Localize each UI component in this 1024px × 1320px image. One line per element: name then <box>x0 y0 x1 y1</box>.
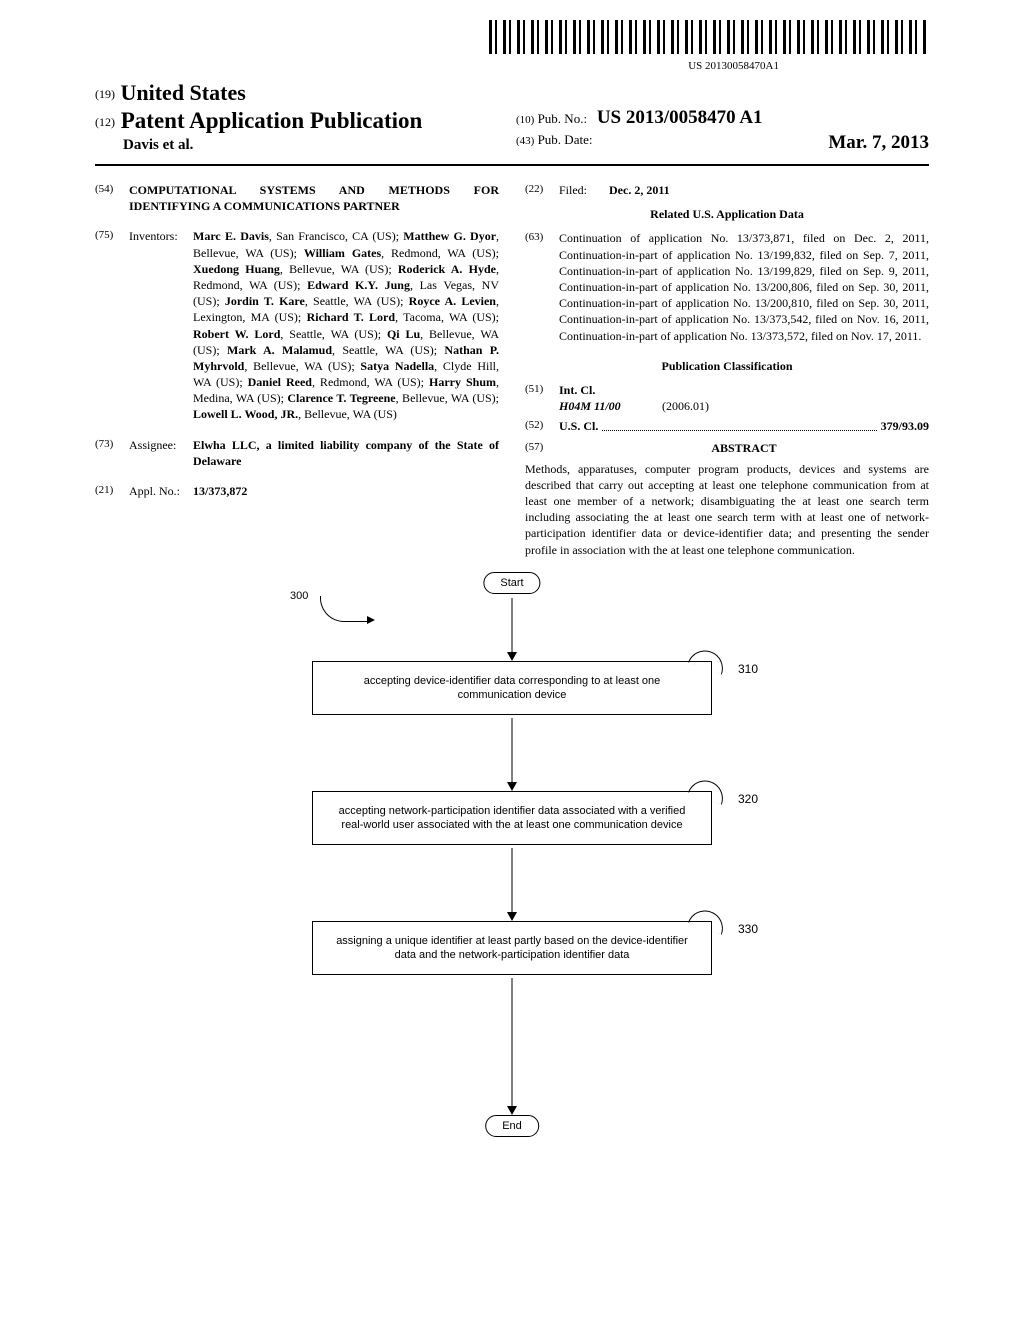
filed-section: (22) Filed: Dec. 2, 2011 <box>525 182 929 198</box>
title-section: (54) COMPUTATIONAL SYSTEMS AND METHODS F… <box>95 182 499 214</box>
uscl-section: (52) U.S. Cl. 379/93.09 <box>525 418 929 434</box>
pubno-value: US 2013/0058470 A1 <box>597 107 763 128</box>
flowchart: 300 Start accepting device-identifier da… <box>95 572 929 1192</box>
flowchart-start: Start <box>483 572 540 594</box>
filed-value: Dec. 2, 2011 <box>609 182 670 198</box>
pubno-label: Pub. No.: <box>538 111 587 126</box>
flowchart-arrow-1 <box>507 652 517 661</box>
flowchart-line-3 <box>512 848 513 914</box>
flowchart-step-1: accepting device-identifier data corresp… <box>312 661 712 716</box>
flowchart-300-arrow <box>320 596 370 622</box>
uscl-dots <box>602 418 876 431</box>
pubdate-value: Mar. 7, 2013 <box>828 132 929 154</box>
pubdate-num: (43) <box>516 135 534 147</box>
pubdate-label: Pub. Date: <box>538 132 593 147</box>
flowchart-arrow-2 <box>507 782 517 791</box>
flowchart-step-3: assigning a unique identifier at least p… <box>312 921 712 976</box>
continuation-text: Continuation of application No. 13/373,8… <box>559 230 929 343</box>
pub-type: Patent Application Publication <box>121 108 423 133</box>
inventors-section: (75) Inventors: Marc E. Davis, San Franc… <box>95 228 499 422</box>
abstract-num: (57) <box>525 440 559 456</box>
flowchart-arrow-4 <box>507 1106 517 1115</box>
intcl-year: (2006.01) <box>662 399 709 413</box>
flowchart-label-300: 300 <box>290 590 308 602</box>
assignee-num: (73) <box>95 437 129 469</box>
intcl-code: H04M 11/00 <box>559 398 659 414</box>
related-heading: Related U.S. Application Data <box>525 206 929 222</box>
barcode-number: US 20130058470A1 <box>95 60 779 72</box>
inventors-list: Marc E. Davis, San Francisco, CA (US); M… <box>193 228 499 422</box>
inventors-label: Inventors: <box>129 228 193 422</box>
applno-num: (21) <box>95 483 129 499</box>
pubclass-heading: Publication Classification <box>525 358 929 374</box>
assignee-value: Elwha LLC, a limited liability company o… <box>193 437 499 469</box>
columns: (54) COMPUTATIONAL SYSTEMS AND METHODS F… <box>95 182 929 558</box>
applno-section: (21) Appl. No.: 13/373,872 <box>95 483 499 499</box>
flowchart-step-2: accepting network-participation identifi… <box>312 791 712 846</box>
barcode-area: US 20130058470A1 <box>95 20 929 72</box>
flowchart-line-1 <box>512 598 513 654</box>
header-row: (19) United States (12) Patent Applicati… <box>95 80 929 154</box>
flowchart-line-2 <box>512 718 513 784</box>
flowchart-line-4 <box>512 978 513 1108</box>
divider <box>95 164 929 166</box>
patent-title: COMPUTATIONAL SYSTEMS AND METHODS FOR ID… <box>129 182 499 214</box>
pub-type-num: (12) <box>95 115 115 129</box>
pub-number-line: (10) Pub. No.: US 2013/0058470 A1 <box>516 107 929 129</box>
applno-label: Appl. No.: <box>129 483 193 499</box>
pubno-num: (10) <box>516 114 534 126</box>
flowchart-step1-num: 310 <box>738 662 758 676</box>
flowchart-step2-num: 320 <box>738 792 758 806</box>
intcl-num: (51) <box>525 382 559 416</box>
continuation-num: (63) <box>525 230 559 343</box>
intcl-section: (51) Int. Cl. H04M 11/00 (2006.01) <box>525 382 929 416</box>
flowchart-300-arrowhead <box>367 616 375 624</box>
abstract-label: ABSTRACT <box>711 441 776 455</box>
country-line: (19) United States <box>95 80 508 106</box>
publication-type-line: (12) Patent Application Publication <box>95 108 508 134</box>
left-column: (54) COMPUTATIONAL SYSTEMS AND METHODS F… <box>95 182 499 558</box>
uscl-label: U.S. Cl. <box>559 418 598 434</box>
filed-num: (22) <box>525 182 559 198</box>
barcode-graphic <box>489 20 929 54</box>
title-num: (54) <box>95 182 129 214</box>
continuation-section: (63) Continuation of application No. 13/… <box>525 230 929 343</box>
right-column: (22) Filed: Dec. 2, 2011 Related U.S. Ap… <box>525 182 929 558</box>
applno-value: 13/373,872 <box>193 483 499 499</box>
abstract-heading-row: (57) ABSTRACT <box>525 440 929 456</box>
inventors-num: (75) <box>95 228 129 422</box>
assignee-label: Assignee: <box>129 437 193 469</box>
uscl-value: 379/93.09 <box>881 418 929 434</box>
flowchart-end: End <box>485 1115 539 1137</box>
authors-line: Davis et al. <box>95 137 508 154</box>
flowchart-step3-num: 330 <box>738 922 758 936</box>
assignee-section: (73) Assignee: Elwha LLC, a limited liab… <box>95 437 499 469</box>
pub-date-line: (43) Pub. Date: Mar. 7, 2013 <box>516 132 929 148</box>
intcl-label: Int. Cl. <box>559 382 929 398</box>
abstract-text: Methods, apparatuses, computer program p… <box>525 461 929 558</box>
intcl-row: H04M 11/00 (2006.01) <box>559 398 929 414</box>
flowchart-arrow-3 <box>507 912 517 921</box>
uscl-num: (52) <box>525 418 559 434</box>
country: United States <box>121 80 246 105</box>
filed-label: Filed: <box>559 182 609 198</box>
country-num: (19) <box>95 87 115 101</box>
